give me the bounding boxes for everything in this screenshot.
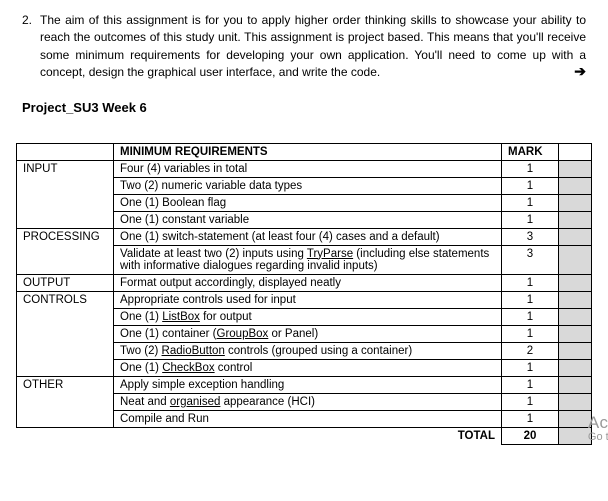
category-output: OUTPUT xyxy=(17,274,114,291)
mark-cell: 1 xyxy=(502,291,559,308)
check-cell xyxy=(559,211,592,228)
category-input: INPUT xyxy=(17,160,114,177)
project-title: Project_SU3 Week 6 xyxy=(22,100,586,115)
table-row: CONTROLS Appropriate controls used for i… xyxy=(17,291,592,308)
mark-cell: 1 xyxy=(502,194,559,211)
check-cell xyxy=(559,376,592,393)
req-cell: Format output accordingly, displayed nea… xyxy=(114,274,502,291)
total-label: TOTAL xyxy=(17,427,502,444)
table-row: INPUT Four (4) variables in total 1 xyxy=(17,160,592,177)
req-cell: One (1) ListBox for output xyxy=(114,308,502,325)
category-blank xyxy=(17,245,114,274)
table-row: Two (2) numeric variable data types 1 xyxy=(17,177,592,194)
category-blank xyxy=(17,342,114,359)
header-check xyxy=(559,143,592,160)
req-cell: Apply simple exception handling xyxy=(114,376,502,393)
mark-cell: 1 xyxy=(502,211,559,228)
table-row: Two (2) RadioButton controls (grouped us… xyxy=(17,342,592,359)
check-cell xyxy=(559,308,592,325)
check-cell xyxy=(559,245,592,274)
table-row: Neat and organised appearance (HCI) 1 xyxy=(17,393,592,410)
mark-cell: 2 xyxy=(502,342,559,359)
total-value: 20 xyxy=(502,427,559,444)
category-blank xyxy=(17,194,114,211)
mark-cell: 1 xyxy=(502,325,559,342)
mark-cell: 1 xyxy=(502,274,559,291)
check-cell xyxy=(559,410,592,427)
req-cell: One (1) CheckBox control xyxy=(114,359,502,376)
category-blank xyxy=(17,359,114,376)
table-row: One (1) container (GroupBox or Panel) 1 xyxy=(17,325,592,342)
total-row: TOTAL 20 xyxy=(17,427,592,444)
table-row: OUTPUT Format output accordingly, displa… xyxy=(17,274,592,291)
mark-cell: 1 xyxy=(502,177,559,194)
mark-cell: 1 xyxy=(502,376,559,393)
intro-number: 2. xyxy=(22,12,40,82)
category-blank xyxy=(17,393,114,410)
req-cell: Two (2) RadioButton controls (grouped us… xyxy=(114,342,502,359)
table-header-row: MINIMUM REQUIREMENTS MARK xyxy=(17,143,592,160)
table-row: One (1) Boolean flag 1 xyxy=(17,194,592,211)
req-cell: Compile and Run xyxy=(114,410,502,427)
table-row: One (1) CheckBox control 1 xyxy=(17,359,592,376)
mark-cell: 1 xyxy=(502,359,559,376)
header-blank xyxy=(17,143,114,160)
mark-cell: 1 xyxy=(502,393,559,410)
intro-text: The aim of this assignment is for you to… xyxy=(40,13,586,79)
mark-cell: 1 xyxy=(502,160,559,177)
req-cell: Neat and organised appearance (HCI) xyxy=(114,393,502,410)
category-controls: CONTROLS xyxy=(17,291,114,308)
check-cell xyxy=(559,359,592,376)
header-mark: MARK xyxy=(502,143,559,160)
check-cell xyxy=(559,291,592,308)
mark-cell: 1 xyxy=(502,308,559,325)
intro-paragraph: 2. The aim of this assignment is for you… xyxy=(22,12,586,82)
category-blank xyxy=(17,308,114,325)
check-cell xyxy=(559,194,592,211)
table-row: Validate at least two (2) inputs using T… xyxy=(17,245,592,274)
table-row: One (1) constant variable 1 xyxy=(17,211,592,228)
check-cell xyxy=(559,393,592,410)
table-row: OTHER Apply simple exception handling 1 xyxy=(17,376,592,393)
req-cell: One (1) switch-statement (at least four … xyxy=(114,228,502,245)
category-blank xyxy=(17,325,114,342)
check-cell xyxy=(559,160,592,177)
check-cell xyxy=(559,228,592,245)
req-cell: Two (2) numeric variable data types xyxy=(114,177,502,194)
table-row: One (1) ListBox for output 1 xyxy=(17,308,592,325)
header-requirements: MINIMUM REQUIREMENTS xyxy=(114,143,502,160)
check-cell xyxy=(559,274,592,291)
mark-cell: 3 xyxy=(502,245,559,274)
check-cell xyxy=(559,177,592,194)
category-other: OTHER xyxy=(17,376,114,393)
category-processing: PROCESSING xyxy=(17,228,114,245)
table-row: PROCESSING One (1) switch-statement (at … xyxy=(17,228,592,245)
check-cell xyxy=(559,325,592,342)
category-blank xyxy=(17,410,114,427)
mark-cell: 3 xyxy=(502,228,559,245)
table-row: Compile and Run 1 xyxy=(17,410,592,427)
arrow-right-icon: ➔ xyxy=(574,61,586,81)
req-cell: Validate at least two (2) inputs using T… xyxy=(114,245,502,274)
req-cell: Appropriate controls used for input xyxy=(114,291,502,308)
mark-cell: 1 xyxy=(502,410,559,427)
requirements-table: MINIMUM REQUIREMENTS MARK INPUT Four (4)… xyxy=(16,143,592,445)
category-blank xyxy=(17,211,114,228)
req-cell: One (1) container (GroupBox or Panel) xyxy=(114,325,502,342)
req-cell: One (1) constant variable xyxy=(114,211,502,228)
check-cell xyxy=(559,342,592,359)
req-cell: One (1) Boolean flag xyxy=(114,194,502,211)
check-cell xyxy=(559,427,592,444)
category-blank xyxy=(17,177,114,194)
req-cell: Four (4) variables in total xyxy=(114,160,502,177)
